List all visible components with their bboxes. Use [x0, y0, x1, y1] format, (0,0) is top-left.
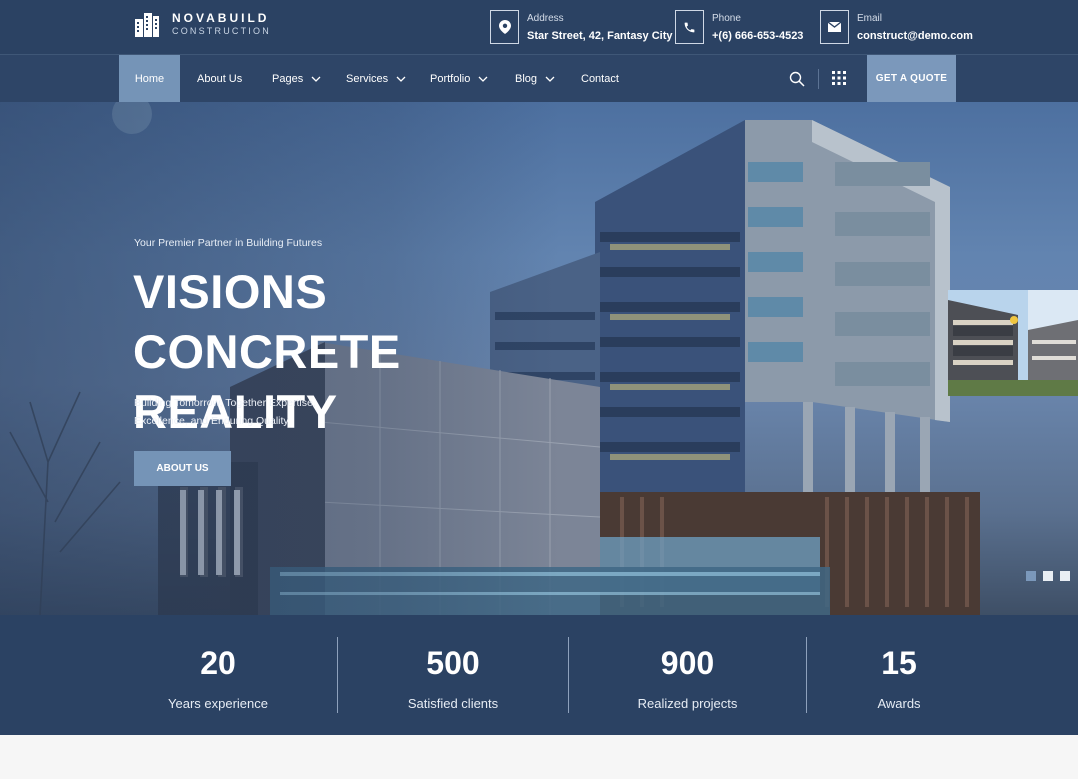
envelope-icon [820, 10, 849, 44]
nav-item-label: Services [346, 72, 389, 85]
stat-label: Years experience [168, 696, 268, 711]
chevron-down-icon [396, 76, 406, 82]
contact-phone: Phone +(6) 666-653-4523 [675, 10, 803, 44]
nav-item-label: Pages [272, 72, 304, 85]
stat-label: Satisfied clients [407, 696, 499, 711]
chevron-down-icon [545, 76, 555, 82]
nav-item-home[interactable]: Home [119, 55, 180, 102]
stats-bar: 20 Years experience 500 Satisfied client… [0, 615, 1078, 735]
phone-value[interactable]: +(6) 666-653-4523 [712, 30, 803, 42]
search-icon[interactable] [789, 71, 805, 87]
hero-description: Building Tomorrow, Together Expertise, E… [134, 397, 316, 427]
nav-item-about-us[interactable]: About Us [197, 55, 242, 102]
nav-divider [818, 69, 819, 89]
building-logo-icon [135, 13, 159, 37]
brand-name: NOVABUILD [172, 11, 270, 25]
nav-item-label: Contact [581, 72, 619, 85]
phone-icon [675, 10, 704, 44]
stat-satisfied-clients: 500 Satisfied clients [338, 615, 568, 735]
map-pin-icon [490, 10, 519, 44]
nav-item-label: Blog [515, 72, 538, 85]
slide-dot[interactable] [1043, 571, 1053, 581]
stat-label: Realized projects [637, 696, 738, 711]
contact-email: Email construct@demo.com [820, 10, 973, 44]
chevron-down-icon [478, 76, 488, 82]
stat-value: 20 [200, 645, 236, 681]
nav-item-label: About Us [197, 72, 243, 85]
email-label: Email [857, 12, 883, 24]
nav-item-blog[interactable]: Blog [515, 55, 555, 102]
stat-value: 900 [660, 645, 715, 681]
stat-label: Awards [877, 696, 921, 711]
nav-item-pages[interactable]: Pages [272, 55, 321, 102]
stat-realized-projects: 900 Realized projects [569, 615, 806, 735]
next-slide-thumbnail[interactable] [948, 290, 1078, 396]
address-value: Star Street, 42, Fantasy City [527, 29, 673, 42]
stat-years-experience: 20 Years experience [100, 615, 336, 735]
nav-item-label: Home [134, 72, 165, 85]
stat-awards: 15 Awards [807, 615, 991, 735]
get-a-quote-button[interactable]: GET A QUOTE [867, 55, 956, 102]
hero-slider: Your Premier Partner in Building Futures… [0, 102, 1078, 615]
email-value[interactable]: construct@demo.com [857, 30, 973, 42]
nav-item-services[interactable]: Services [346, 55, 406, 102]
slider-pagination [1026, 571, 1070, 581]
slide-dot[interactable] [1060, 571, 1070, 581]
top-info-bar: NOVABUILD CONSTRUCTION Address Star Stre… [0, 0, 1078, 55]
address-label: Address [527, 12, 564, 24]
nav-item-contact[interactable]: Contact [581, 55, 619, 102]
phone-label: Phone [712, 12, 741, 24]
stat-value: 15 [881, 645, 917, 681]
brand-tagline: CONSTRUCTION [172, 26, 271, 36]
about-us-button[interactable]: ABOUT US [134, 451, 231, 486]
nav-item-label: Portfolio [430, 72, 471, 85]
contact-address: Address Star Street, 42, Fantasy City [490, 10, 673, 44]
slide-dot[interactable] [1026, 571, 1036, 581]
grid-menu-icon[interactable] [832, 71, 846, 85]
chevron-down-icon [311, 76, 321, 82]
nav-item-portfolio[interactable]: Portfolio [430, 55, 488, 102]
stat-value: 500 [426, 645, 480, 681]
site-logo[interactable]: NOVABUILD CONSTRUCTION [134, 11, 271, 37]
hero-tagline: Your Premier Partner in Building Futures [134, 237, 323, 249]
